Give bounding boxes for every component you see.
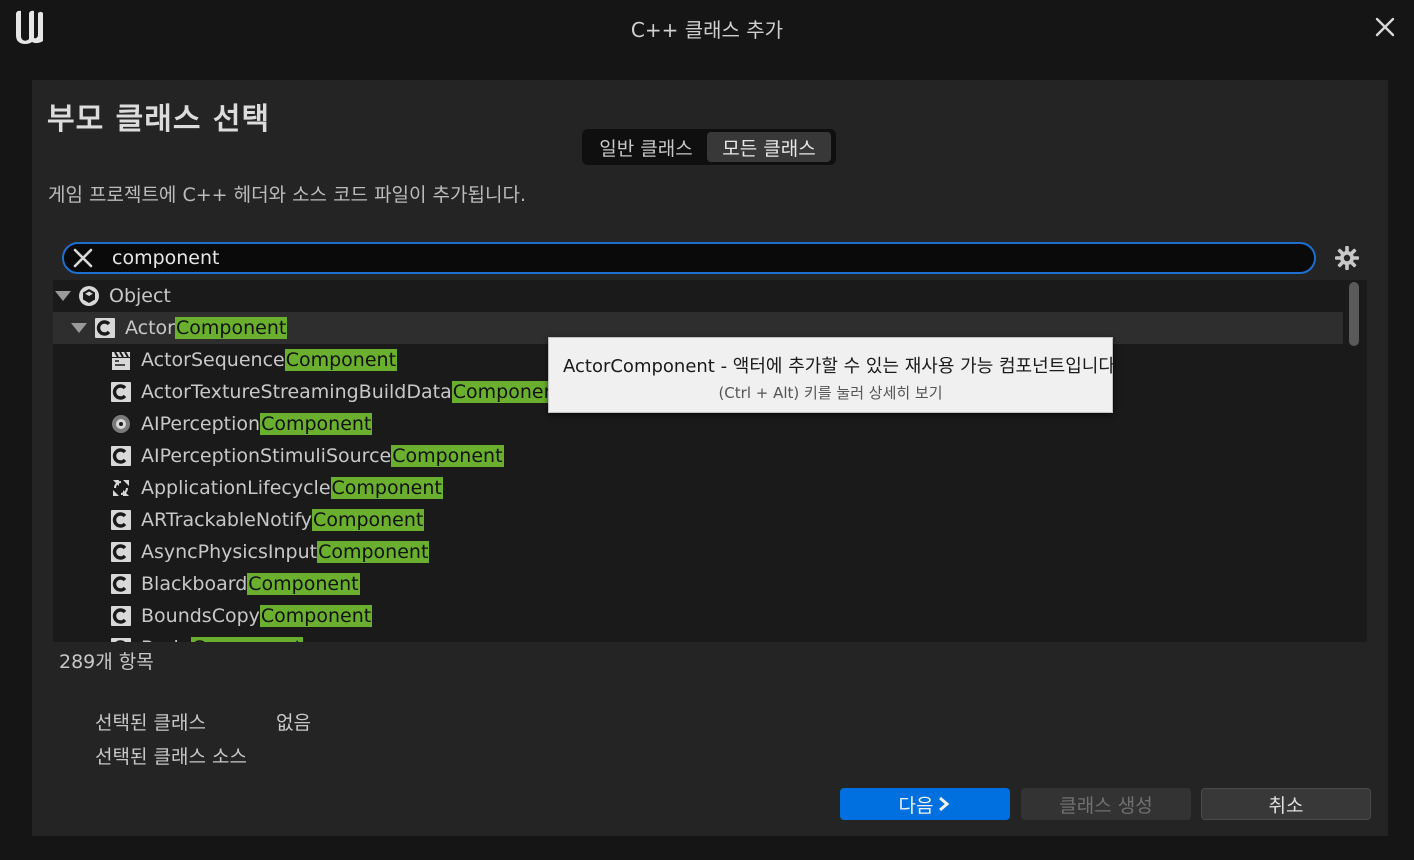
tree-row[interactable]: BlackboardComponent (53, 568, 1343, 600)
class-name-prefix: Actor (125, 317, 175, 339)
dialog-panel: 부모 클래스 선택 일반 클래스 모든 클래스 게임 프로젝트에 C++ 헤더와… (32, 80, 1388, 836)
tree-row-label: BrainComponent (141, 637, 304, 642)
tree-row-label: Object (109, 285, 171, 307)
lifecycle-arrows-icon (113, 480, 129, 496)
class-name-prefix: ApplicationLifecycle (141, 477, 331, 499)
tree-row-label: AIPerceptionStimuliSourceComponent (141, 445, 504, 467)
class-tooltip: ActorComponent - 액터에 추가할 수 있는 재사용 가능 컴포넌… (548, 337, 1121, 413)
selected-class-source-label: 선택된 클래스 소스 (95, 746, 247, 768)
class-name-prefix: BoundsCopy (141, 605, 260, 627)
class-name-prefix: ActorTextureStreamingBuildData (141, 381, 452, 403)
class-c-icon (111, 574, 131, 594)
class-c-icon (95, 318, 115, 338)
ai-perception-icon (112, 415, 130, 433)
search-match-highlight: Component (330, 477, 443, 499)
window-title: C++ 클래스 추가 (630, 18, 784, 42)
class-c-icon (111, 446, 131, 466)
class-c-icon (111, 606, 131, 626)
search-box (62, 242, 1316, 274)
close-icon[interactable] (1374, 16, 1396, 38)
tree-row-label: ApplicationLifecycleComponent (141, 477, 443, 499)
search-match-highlight: Component (312, 509, 425, 531)
sequence-clapper-icon (112, 351, 130, 370)
class-c-icon (111, 542, 131, 562)
tab-all-classes[interactable]: 모든 클래스 (707, 132, 831, 162)
class-name-prefix: ActorSequence (141, 349, 285, 371)
page-title: 부모 클래스 선택 (47, 102, 271, 137)
search-input[interactable] (112, 245, 1314, 271)
create-class-button[interactable]: 클래스 생성 (1021, 788, 1191, 820)
search-match-highlight: Component (391, 445, 504, 467)
class-type-toggle: 일반 클래스 모든 클래스 (582, 129, 836, 165)
tree-row-label: AIPerceptionComponent (141, 413, 373, 435)
class-name-prefix: Blackboard (141, 573, 248, 595)
description-text: 게임 프로젝트에 C++ 헤더와 소스 코드 파일이 추가됩니다. (48, 184, 526, 206)
object-sphere-icon (79, 286, 99, 306)
search-match-highlight: Component (247, 573, 360, 595)
class-tree: Object ActorComponent ActorSequenceCompone… (53, 280, 1367, 642)
search-match-highlight: Component (317, 541, 430, 563)
tree-row-label: BlackboardComponent (141, 573, 360, 595)
expand-arrow-icon[interactable] (71, 323, 87, 333)
selected-class-label: 선택된 클래스 (95, 712, 206, 734)
tree-row-label: ActorTextureStreamingBuildDataComponent (141, 381, 565, 403)
tree-row-label: AsyncPhysicsInputComponent (141, 541, 430, 563)
item-count: 289개 항목 (59, 651, 154, 673)
tree-row[interactable]: BrainComponent (53, 632, 1343, 642)
tree-row[interactable]: AsyncPhysicsInputComponent (53, 536, 1343, 568)
class-name-prefix: AIPerception (141, 413, 261, 435)
class-c-icon (111, 510, 131, 530)
class-name-prefix: AsyncPhysicsInput (141, 541, 318, 563)
search-match-highlight: Component (175, 317, 288, 339)
tree-row[interactable]: ApplicationLifecycleComponent (53, 472, 1343, 504)
next-button-label: 다음 (898, 794, 934, 817)
search-match-highlight: Component (284, 349, 398, 371)
title-bar: C++ 클래스 추가 (0, 0, 1414, 56)
tree-row-label: ActorSequenceComponent (141, 349, 398, 371)
tree-row[interactable]: BoundsCopyComponent (53, 600, 1343, 632)
tab-general-classes[interactable]: 일반 클래스 (585, 132, 707, 162)
tree-row[interactable]: Object (53, 280, 1343, 312)
search-match-highlight: Component (259, 605, 373, 627)
cancel-button[interactable]: 취소 (1201, 788, 1371, 820)
clear-x-icon[interactable] (72, 247, 94, 269)
expand-arrow-icon[interactable] (55, 291, 71, 301)
tree-scrollbar[interactable] (1349, 282, 1359, 346)
class-c-icon (111, 638, 131, 642)
tree-row[interactable]: AIPerceptionStimuliSourceComponent (53, 440, 1343, 472)
class-name-prefix: Brain (141, 637, 191, 642)
chevron-right-icon (939, 796, 950, 812)
tree-row-label: ActorComponent (125, 317, 288, 339)
next-button[interactable]: 다음 (840, 788, 1010, 820)
tree-row-label: ARTrackableNotifyComponent (141, 509, 425, 531)
class-name-prefix: Object (109, 285, 171, 307)
search-match-highlight: Component (260, 413, 373, 435)
tooltip-main-text: ActorComponent - 액터에 추가할 수 있는 재사용 가능 컴포넌… (563, 356, 1121, 377)
class-name-prefix: AIPerceptionStimuliSource (141, 445, 392, 467)
gear-icon[interactable] (1334, 245, 1360, 271)
selected-class-value: 없음 (276, 712, 311, 734)
search-match-highlight: Component (190, 637, 304, 642)
tree-row-label: BoundsCopyComponent (141, 605, 373, 627)
class-name-prefix: ARTrackableNotify (141, 509, 313, 531)
tree-row[interactable]: ARTrackableNotifyComponent (53, 504, 1343, 536)
class-c-icon (111, 382, 131, 402)
tooltip-hint-text: (Ctrl + Alt) 키를 눌러 상세히 보기 (718, 384, 943, 402)
